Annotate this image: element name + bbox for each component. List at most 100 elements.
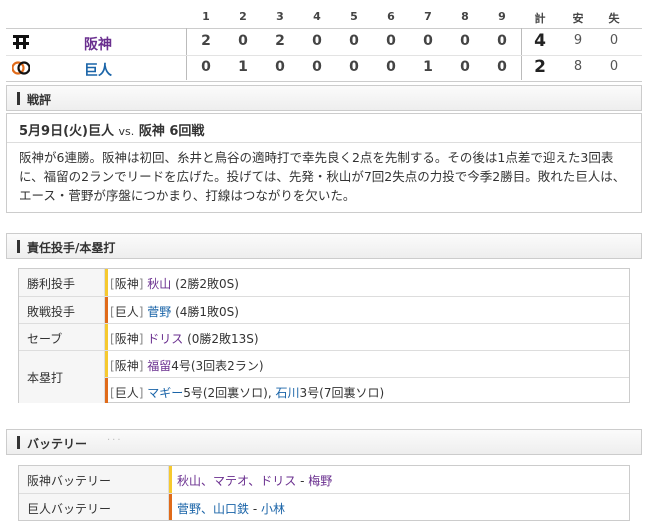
pitchers-table: 勝利投手 [阪神] 秋山 (2勝2敗0S) 敗戦投手 [巨人] 菅野 (4勝1敗… [18, 268, 630, 403]
player-stat: (0勝2敗13S) [187, 332, 259, 346]
team-tag: 阪神 [114, 359, 139, 373]
game-away: 阪神 6回戦 [138, 124, 205, 139]
row-label: セーブ [19, 324, 105, 350]
battery-section-header: バッテリー ··· [6, 429, 642, 455]
row-value: [阪神] ドリス (0勝2敗13S) [110, 332, 259, 346]
score-cell: 1 [238, 59, 248, 75]
hits-header: 安 [572, 12, 584, 25]
battery-catcher[interactable]: 梅野 [308, 474, 332, 488]
inning-header: 6 [387, 10, 395, 23]
score-cell: 0 [312, 59, 322, 75]
team-color-stripe [105, 351, 108, 377]
summary-section-header: 戦評 [6, 85, 642, 111]
total-score: 4 [534, 31, 546, 51]
player-stat: 5号(2回裏ソロ), [183, 386, 272, 400]
hr-giants: [巨人] マギー5号(2回裏ソロ), 石川3号(7回裏ソロ) [110, 386, 385, 400]
game-date: 5月9日(火) [19, 124, 88, 139]
player-stat: (4勝1敗0S) [175, 305, 239, 319]
game-title: 5月9日(火)巨人 vs. 阪神 6回戦 [19, 120, 204, 139]
team-color-stripe [105, 378, 108, 403]
row-value: 秋山、マテオ、ドリス - 梅野 [177, 474, 333, 488]
section-title: 責任投手/本塁打 [27, 241, 116, 255]
team-color-stripe [105, 269, 108, 296]
row-label: 敗戦投手 [19, 297, 105, 323]
player-link[interactable]: 秋山 [147, 277, 171, 291]
hits-count: 8 [573, 59, 583, 74]
team-color-stripe [105, 297, 108, 323]
inning-header: 4 [313, 10, 321, 23]
inning-header: 7 [424, 10, 432, 23]
giants-logo [12, 61, 30, 75]
row-label: 勝利投手 [19, 269, 105, 296]
pitchers-section-header: 責任投手/本塁打 [6, 233, 642, 259]
total-header: 計 [534, 12, 546, 25]
header-dots: ··· [107, 435, 123, 446]
summary-text: 阪神が6連勝。阪神は初回、糸井と鳥谷の適時打で幸先良く2点を先制する。その後は1… [19, 150, 626, 203]
row-value: 菅野、山口鉄 - 小林 [177, 502, 285, 516]
inning-header: 1 [202, 10, 210, 23]
scoreboard-header: 1 2 3 4 5 6 7 8 9 計 安 失 [186, 6, 642, 26]
section-title: 戦評 [27, 93, 52, 107]
table-row-homeruns: 本塁打 [阪神] 福留4号(3回表2ラン) [巨人] マギー5号(2回裏ソロ),… [19, 350, 629, 403]
player-link[interactable]: マギー [147, 386, 183, 400]
inning-header: 2 [239, 10, 247, 23]
row-value: [巨人] 菅野 (4勝1敗0S) [110, 305, 239, 319]
score-cell: 0 [349, 59, 359, 75]
hits-count: 9 [573, 33, 583, 48]
errors-header: 失 [608, 12, 620, 25]
inning-header: 8 [461, 10, 469, 23]
team-name-giants[interactable]: 巨人 [84, 60, 112, 80]
player-link[interactable]: 福留 [147, 359, 171, 373]
battery-pitchers[interactable]: 秋山、マテオ、ドリス [177, 474, 296, 488]
score-cell: 2 [275, 33, 285, 49]
score-cell: 0 [238, 33, 248, 49]
row-value: [阪神] 秋山 (2勝2敗0S) [110, 277, 239, 291]
score-cell: 0 [386, 59, 396, 75]
row-label: 阪神バッテリー [19, 466, 169, 493]
score-cell: 1 [423, 59, 433, 75]
scoreboard-row-giants: 巨人 0 1 0 0 0 0 1 0 0 2 8 0 [6, 56, 642, 80]
header-bar-icon [17, 240, 20, 253]
score-cell: 0 [460, 33, 470, 49]
section-title: バッテリー [27, 437, 88, 451]
inning-header: 3 [276, 10, 284, 23]
errors-count: 0 [609, 59, 619, 74]
game-summary: 5月9日(火)巨人 vs. 阪神 6回戦 阪神が6連勝。阪神は初回、糸井と鳥谷の… [6, 113, 642, 213]
team-color-stripe [169, 466, 172, 493]
battery-table: 阪神バッテリー 秋山、マテオ、ドリス - 梅野 巨人バッテリー 菅野、山口鉄 -… [18, 465, 630, 521]
header-bar-icon [17, 92, 20, 105]
team-name-tigers[interactable]: 阪神 [84, 34, 112, 54]
player-stat: (2勝2敗0S) [175, 277, 239, 291]
battery-pitchers[interactable]: 菅野、山口鉄 [177, 502, 249, 516]
score-cell: 0 [386, 33, 396, 49]
player-stat: 3号(7回裏ソロ) [299, 386, 385, 400]
errors-count: 0 [609, 33, 619, 48]
hr-tigers: [阪神] 福留4号(3回表2ラン) [110, 359, 264, 373]
game-home: 巨人 [87, 124, 114, 139]
table-row-win: 勝利投手 [阪神] 秋山 (2勝2敗0S) [19, 269, 629, 296]
battery-catcher[interactable]: 小林 [261, 502, 285, 516]
total-score: 2 [534, 57, 546, 77]
score-cell: 0 [460, 59, 470, 75]
player-stat: 4号(3回表2ラン) [171, 359, 264, 373]
team-tag: 巨人 [114, 305, 139, 319]
player-link[interactable]: ドリス [147, 332, 183, 346]
score-cell: 0 [312, 33, 322, 49]
player-link[interactable]: 菅野 [147, 305, 171, 319]
game-vs: vs. [118, 125, 135, 138]
score-cell: 0 [349, 33, 359, 49]
team-color-stripe [169, 494, 172, 520]
score-cell: 0 [497, 33, 507, 49]
score-cell: 0 [201, 59, 211, 75]
score-cell: 0 [497, 59, 507, 75]
score-cell: 0 [423, 33, 433, 49]
player-link[interactable]: 石川 [276, 386, 300, 400]
row-label: 巨人バッテリー [19, 494, 169, 520]
table-row-battery-tigers: 阪神バッテリー 秋山、マテオ、ドリス - 梅野 [19, 466, 629, 493]
header-bar-icon [17, 436, 20, 449]
team-tag: 阪神 [114, 332, 139, 346]
team-color-stripe [105, 324, 108, 350]
table-row-battery-giants: 巨人バッテリー 菅野、山口鉄 - 小林 [19, 493, 629, 520]
inning-header: 5 [350, 10, 358, 23]
row-label: 本塁打 [19, 351, 105, 403]
